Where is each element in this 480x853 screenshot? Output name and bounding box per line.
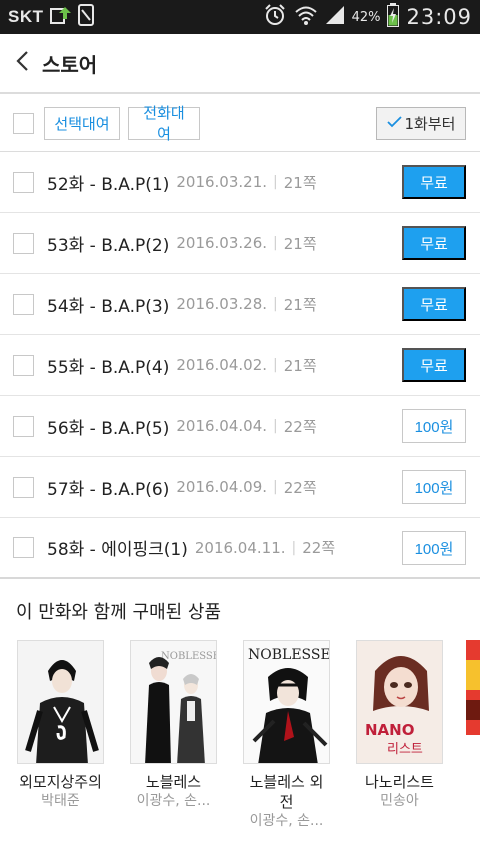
book-cover-partial[interactable] [466,640,480,735]
episode-list: 52화 - B.A.P(1) 2016.03.21. | 21쪽 무료 53화 … [0,152,480,579]
list-item[interactable]: 55화 - B.A.P(4) 2016.04.02. | 21쪽 무료 [0,335,480,396]
wifi-icon [294,4,318,31]
episode-title: 54화 - B.A.P(3) [47,296,170,317]
episode-date: 2016.03.21. [176,173,268,191]
cover-text: 리스트 [387,742,423,757]
related-products-section: 이 만화와 함께 구매된 상품 외모지상주의 박태준 NOBLESSE 노블레스… [0,580,480,853]
list-item[interactable]: 52화 - B.A.P(1) 2016.03.21. | 21쪽 무료 [0,152,480,213]
section-title: 이 만화와 함께 구매된 상품 [16,602,222,623]
book-title: 노블레스 외전 [249,773,324,811]
book-author: 민송아 [380,793,419,809]
chevron-left-icon [15,50,29,76]
episode-checkbox[interactable] [13,293,34,315]
episode-date: 2016.04.09. [176,478,268,496]
divider: | [273,296,278,312]
select-all-checkbox[interactable] [13,112,34,134]
related-books-carousel[interactable]: 외모지상주의 박태준 NOBLESSE 노블레스 이광수, 손... NOBLE… [17,640,443,830]
rent-all-button[interactable]: 전화대여 [128,104,200,143]
episode-title: 56화 - B.A.P(5) [47,418,170,439]
book-title: 나노리스트 [364,773,434,791]
episode-pages: 22쪽 [302,539,336,557]
episode-title: 53화 - B.A.P(2) [47,235,170,256]
book-card[interactable]: NANO 리스트 나노리스트 민송아 [356,640,443,830]
episode-pages: 21쪽 [283,234,317,253]
back-button[interactable] [0,33,44,93]
episode-date: 2016.03.26. [176,234,268,252]
battery-percent: 42% [351,9,381,25]
price-button[interactable]: 무료 [402,226,466,260]
episode-checkbox[interactable] [13,476,34,498]
episode-title: 58화 - 에이핑크(1) [47,540,188,560]
book-author: 이광수, 손... [136,793,211,809]
episode-pages: 22쪽 [283,478,317,497]
battery-charging-icon [387,2,400,32]
divider: | [273,235,278,251]
carrier-label: SKT [8,7,44,26]
list-item[interactable]: 57화 - B.A.P(6) 2016.04.09. | 22쪽 100원 [0,457,480,518]
episode-checkbox[interactable] [13,354,34,376]
from-first-button[interactable]: 1화부터 [376,106,466,140]
episode-checkbox[interactable] [13,537,34,558]
divider: | [273,357,278,373]
list-item[interactable]: 56화 - B.A.P(5) 2016.04.04. | 22쪽 100원 [0,396,480,457]
checkmark-icon [386,114,402,132]
episode-pages: 21쪽 [283,295,317,314]
episode-date: 2016.04.04. [176,417,268,435]
list-item[interactable]: 53화 - B.A.P(2) 2016.03.26. | 21쪽 무료 [0,213,480,274]
episode-date: 2016.03.28. [176,295,268,313]
episode-title: 52화 - B.A.P(1) [47,174,170,195]
price-button[interactable]: 100원 [402,531,466,565]
episode-pages: 21쪽 [283,173,317,192]
book-cover[interactable] [17,640,104,764]
book-cover[interactable]: NOBLESSE [243,640,330,764]
price-button[interactable]: 무료 [402,348,466,382]
book-card[interactable]: NOBLESSE 노블레스 이광수, 손... [130,640,217,830]
signal-icon [325,5,345,30]
cover-text: NOBLESSE [248,647,330,663]
app-bar: 스토어 [0,34,480,94]
episode-date: 2016.04.11. [194,538,286,557]
clock: 23:09 [406,5,472,29]
book-title: 외모지상주의 [19,773,102,791]
episode-title: 57화 - B.A.P(6) [47,479,170,500]
episode-title: 55화 - B.A.P(4) [47,357,170,378]
alarm-icon [263,3,287,32]
cover-text: NOBLESSE [161,651,217,662]
episode-checkbox[interactable] [13,232,34,254]
page-title: 스토어 [42,52,98,77]
from-first-label: 1화부터 [404,114,456,133]
episode-date: 2016.04.02. [176,356,268,374]
price-button[interactable]: 100원 [402,409,466,443]
divider: | [273,479,278,495]
book-card[interactable]: NOBLESSE 노블레스 외전 이광수, 손... [243,640,330,830]
status-bar: SKT 42% 23:09 [0,0,480,34]
book-cover[interactable]: NANO 리스트 [356,640,443,764]
divider: | [291,539,297,556]
divider: | [273,418,278,434]
divider: | [273,174,278,190]
cover-text: NANO [365,721,414,739]
book-cover[interactable]: NOBLESSE [130,640,217,764]
book-title: 노블레스 [145,773,202,791]
phone-doc-icon [77,3,94,31]
book-card[interactable]: 외모지상주의 박태준 [17,640,104,830]
book-author: 이광수, 손... [249,813,324,829]
episode-checkbox[interactable] [13,415,34,437]
list-item[interactable]: 58화 - 에이핑크(1) 2016.04.11. | 22쪽 100원 [0,518,480,579]
episode-pages: 21쪽 [283,356,317,375]
price-button[interactable]: 100원 [402,470,466,504]
select-rent-button[interactable]: 선택대여 [44,106,120,140]
upload-icon [49,5,72,30]
episode-pages: 22쪽 [283,417,317,436]
list-item[interactable]: 54화 - B.A.P(3) 2016.03.28. | 21쪽 무료 [0,274,480,335]
price-button[interactable]: 무료 [402,287,466,321]
price-button[interactable]: 무료 [402,165,466,199]
episode-checkbox[interactable] [13,171,34,193]
episode-toolbar: 선택대여 전화대여 1화부터 [0,95,480,152]
book-author: 박태준 [41,793,80,809]
